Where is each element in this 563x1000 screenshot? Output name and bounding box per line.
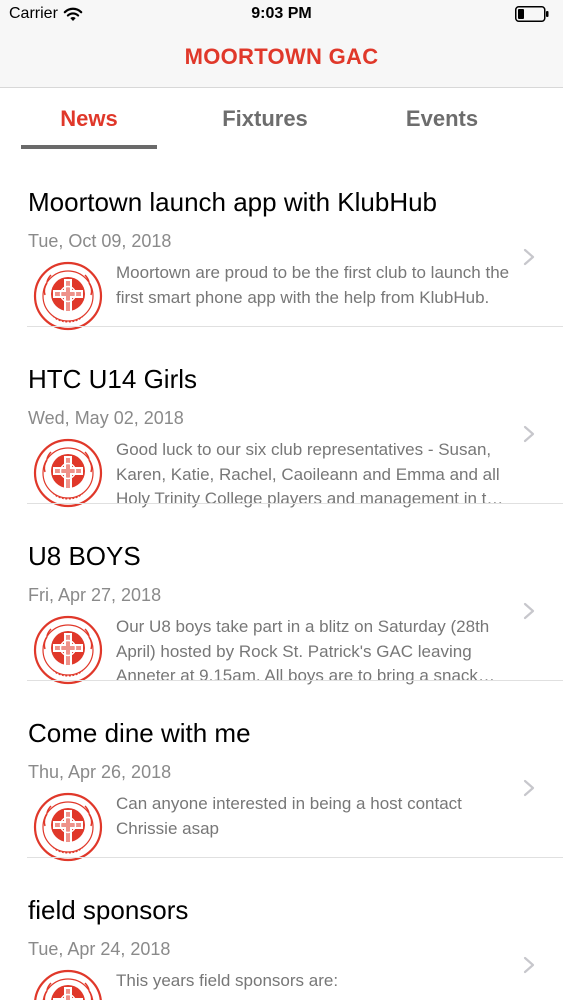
news-item[interactable]: field sponsors Tue, Apr 24, 2018 This ye… <box>0 858 563 1000</box>
news-excerpt: This years field sponsors are: <box>116 971 339 990</box>
chevron-right-icon <box>521 601 537 621</box>
news-date: Wed, May 02, 2018 <box>28 408 184 428</box>
club-crest-icon <box>33 615 103 685</box>
news-excerpt: Good luck to our six club representative… <box>116 440 506 508</box>
news-title: Moortown launch app with KlubHub <box>28 187 438 217</box>
news-title: Come dine with me <box>28 718 251 748</box>
news-date: Tue, Apr 24, 2018 <box>28 939 171 959</box>
active-tab-indicator <box>21 145 157 149</box>
news-list: Moortown launch app with KlubHub Tue, Oc… <box>0 150 563 1000</box>
news-excerpt: Moortown are proud to be the first club … <box>116 263 510 307</box>
news-title: U8 BOYS <box>28 541 141 571</box>
news-title: field sponsors <box>28 895 189 925</box>
status-time: 9:03 PM <box>251 5 312 22</box>
chevron-right-icon <box>521 424 537 444</box>
club-crest-icon <box>33 438 103 508</box>
chevron-right-icon <box>521 778 537 798</box>
club-crest-icon <box>33 792 103 862</box>
news-item[interactable]: HTC U14 Girls Wed, May 02, 2018 Good luc… <box>0 327 563 508</box>
news-item[interactable]: U8 BOYS Fri, Apr 27, 2018 Our U8 boys ta… <box>0 504 563 685</box>
battery-icon <box>515 6 549 22</box>
club-crest-icon <box>33 261 103 331</box>
news-excerpt: Can anyone interested in being a host co… <box>116 794 462 838</box>
navigation-bar: MOORTOWN GAC <box>0 30 563 88</box>
chevron-right-icon <box>521 955 537 975</box>
club-crest-icon <box>33 969 103 1000</box>
tab-news[interactable]: News <box>19 106 159 132</box>
news-excerpt: Our U8 boys take part in a blitz on Satu… <box>116 617 490 685</box>
chevron-right-icon <box>521 247 537 267</box>
tab-bar: News Fixtures Events <box>0 88 563 150</box>
news-item[interactable]: Come dine with me Thu, Apr 26, 2018 Can … <box>0 681 563 862</box>
status-bar: Carrier 9:03 PM <box>0 0 563 30</box>
news-date: Fri, Apr 27, 2018 <box>28 585 162 605</box>
news-date: Thu, Apr 26, 2018 <box>28 762 172 782</box>
news-title: HTC U14 Girls <box>28 364 198 394</box>
tab-events[interactable]: Events <box>372 106 512 132</box>
news-date: Tue, Oct 09, 2018 <box>28 231 172 251</box>
tab-fixtures[interactable]: Fixtures <box>195 106 335 132</box>
club-title: MOORTOWN GAC <box>184 44 379 69</box>
news-item[interactable]: Moortown launch app with KlubHub Tue, Oc… <box>0 150 563 331</box>
